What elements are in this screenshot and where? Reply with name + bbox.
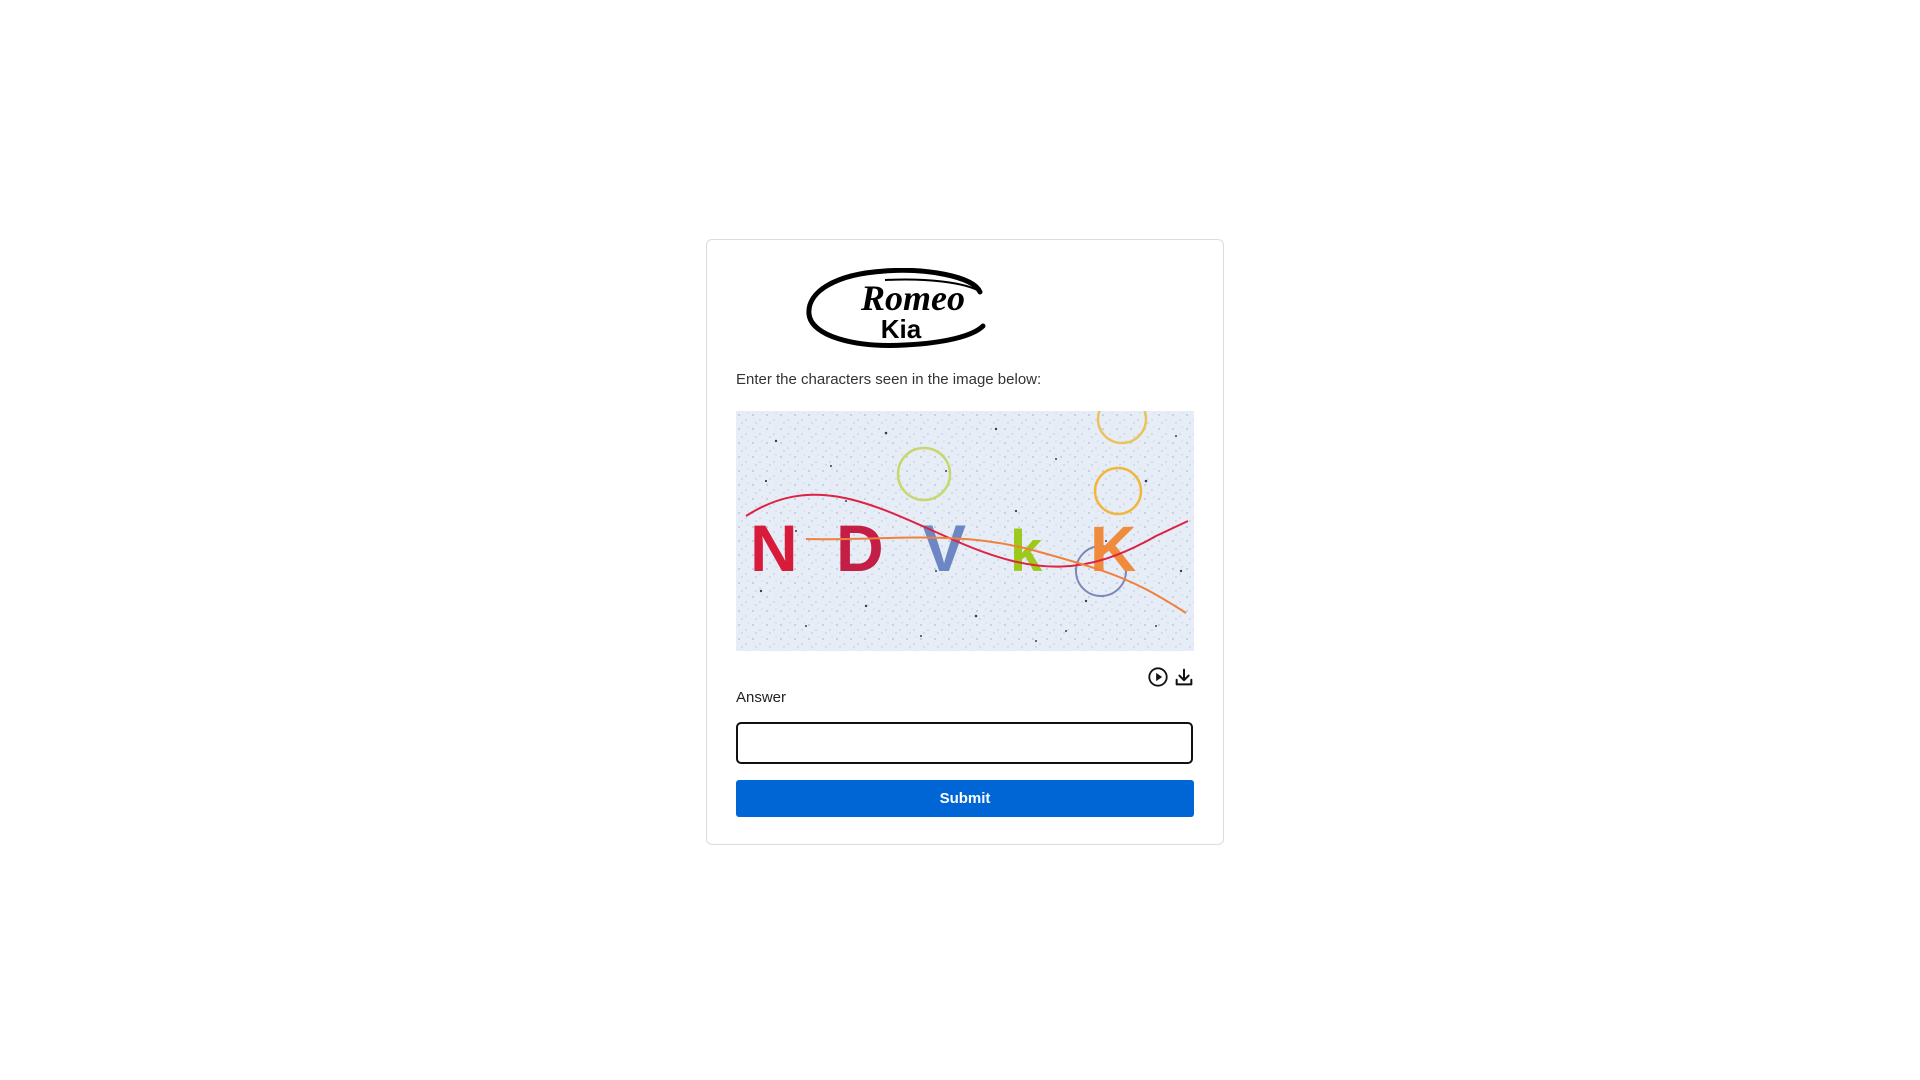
answer-label: Answer — [736, 689, 787, 706]
logo-text-kia: Kia — [881, 314, 922, 344]
captcha-char-1: N — [750, 511, 798, 585]
download-icon[interactable] — [1173, 666, 1195, 688]
captcha-image: N D V k K — [736, 411, 1194, 651]
captcha-char-2: D — [836, 511, 884, 585]
submit-button[interactable]: Submit — [736, 780, 1194, 817]
captcha-tools — [1147, 665, 1195, 689]
logo-text-romeo: Romeo — [860, 278, 965, 318]
romeo-kia-logo: Romeo Kia — [806, 268, 986, 348]
answer-input[interactable] — [736, 722, 1193, 764]
captcha-char-3: V — [922, 511, 966, 585]
captcha-instructions: Enter the characters seen in the image b… — [736, 371, 1042, 388]
play-circle-icon[interactable] — [1147, 666, 1169, 688]
captcha-card: Romeo Kia Enter the characters seen in t… — [706, 239, 1224, 845]
